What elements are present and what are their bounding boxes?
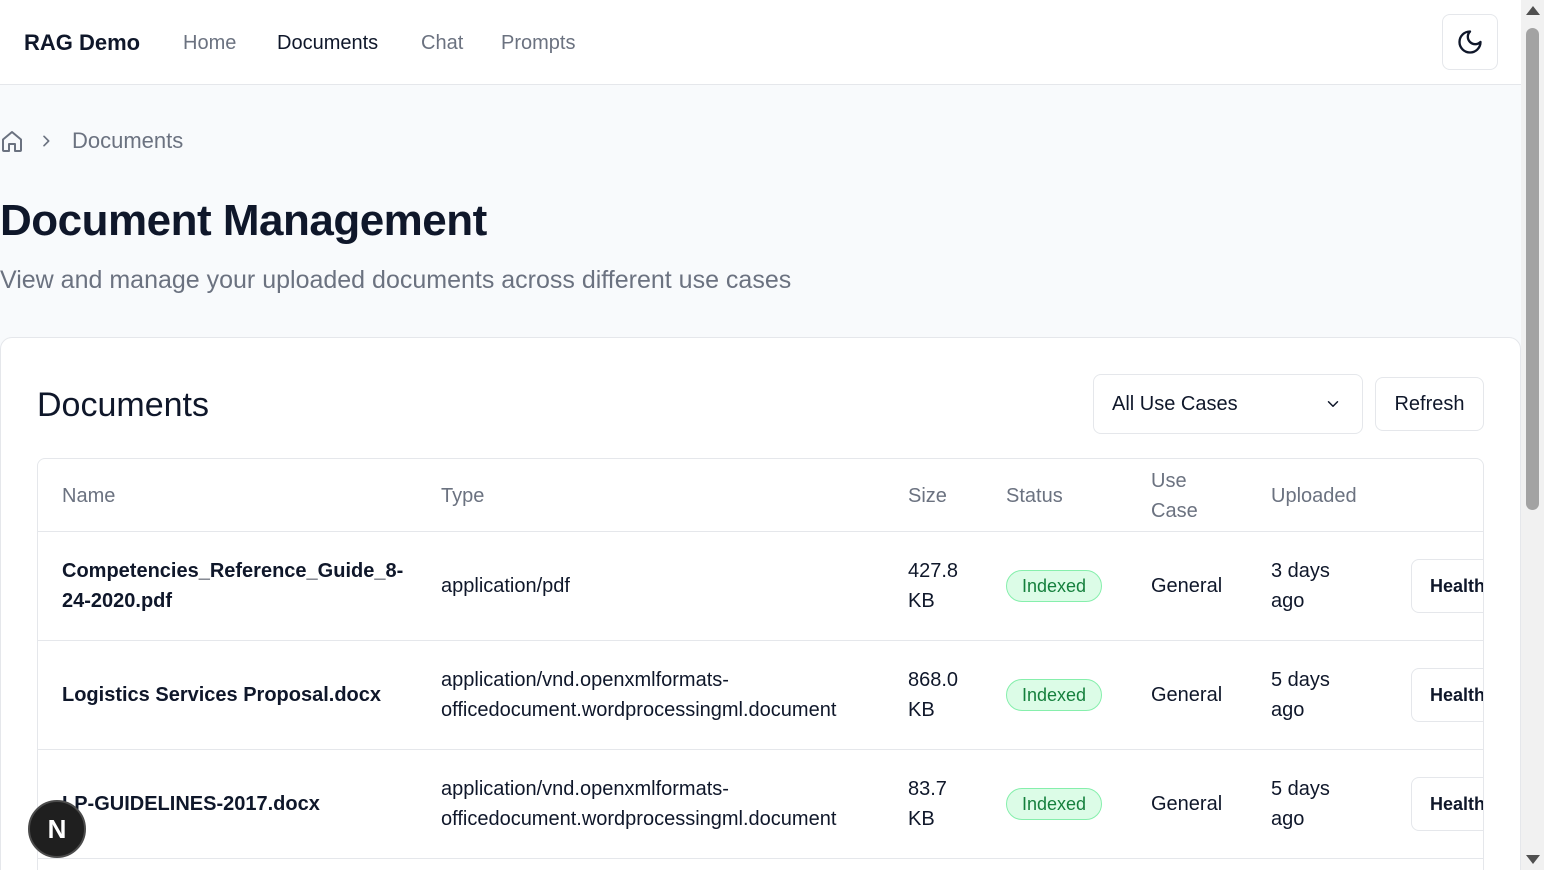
health-button[interactable]: Health bbox=[1411, 777, 1483, 831]
use-case-filter-select[interactable]: All Use Cases bbox=[1093, 374, 1363, 434]
document-use-case: General bbox=[1151, 793, 1223, 815]
theme-toggle-button[interactable] bbox=[1442, 14, 1498, 70]
document-uploaded: 3 days ago bbox=[1271, 560, 1330, 612]
document-name[interactable]: Logistics Services Proposal.docx bbox=[62, 680, 381, 710]
nav-link-prompts[interactable]: Prompts bbox=[501, 32, 575, 55]
document-type: application/pdf bbox=[441, 575, 570, 597]
home-icon[interactable] bbox=[0, 129, 24, 153]
document-type: application/vnd.openxmlformats-officedoc… bbox=[441, 669, 837, 721]
breadcrumb: Documents bbox=[0, 126, 183, 156]
refresh-button[interactable]: Refresh bbox=[1375, 377, 1484, 431]
status-badge: Indexed bbox=[1006, 679, 1103, 711]
column-header-size[interactable]: Size bbox=[908, 481, 947, 511]
status-badge: Indexed bbox=[1006, 788, 1103, 820]
document-use-case: General bbox=[1151, 684, 1223, 706]
document-use-case: General bbox=[1151, 575, 1223, 597]
table-row[interactable]: Logistics Services Proposal.docx applica… bbox=[38, 641, 1483, 750]
column-header-status[interactable]: Status bbox=[1006, 481, 1063, 511]
column-header-uploaded[interactable]: Uploaded bbox=[1271, 481, 1357, 511]
document-size: 868.0 KB bbox=[908, 669, 959, 721]
document-uploaded: 5 days ago bbox=[1271, 669, 1330, 721]
document-name[interactable]: LP-GUIDELINES-2017.docx bbox=[62, 789, 320, 819]
breadcrumb-current: Documents bbox=[72, 128, 184, 153]
document-type: application/vnd.openxmlformats-officedoc… bbox=[441, 778, 837, 830]
status-badge: Indexed bbox=[1006, 570, 1103, 602]
page-scrollbar[interactable] bbox=[1521, 0, 1544, 870]
card-title: Documents bbox=[37, 386, 209, 424]
nav-link-home[interactable]: Home bbox=[183, 32, 236, 55]
scrollbar-thumb[interactable] bbox=[1526, 28, 1539, 510]
table-header: Name Type Size Status Use Case Uploaded bbox=[38, 459, 1483, 532]
scroll-down-arrow-icon[interactable] bbox=[1526, 855, 1540, 864]
page-title: Document Management bbox=[0, 196, 487, 245]
documents-table: Name Type Size Status Use Case Uploaded … bbox=[37, 458, 1484, 870]
nextjs-dev-tools-button[interactable]: N bbox=[28, 800, 86, 858]
brand-logo[interactable]: RAG Demo bbox=[24, 30, 140, 56]
nav-link-chat[interactable]: Chat bbox=[421, 32, 463, 55]
column-header-type[interactable]: Type bbox=[441, 481, 484, 511]
nav-link-documents[interactable]: Documents bbox=[277, 32, 378, 55]
moon-icon bbox=[1458, 30, 1482, 54]
top-navbar: RAG Demo Home Documents Chat Prompts bbox=[0, 0, 1521, 85]
column-header-name[interactable]: Name bbox=[62, 481, 115, 511]
document-uploaded: 5 days ago bbox=[1271, 778, 1330, 830]
document-size: 83.7 KB bbox=[908, 778, 947, 830]
health-button[interactable]: Health bbox=[1411, 668, 1483, 722]
document-name[interactable]: Competencies_Reference_Guide_8-24-2020.p… bbox=[62, 556, 407, 616]
table-row[interactable]: LP-GUIDELINES-2017.docx application/vnd.… bbox=[38, 750, 1483, 859]
chevron-right-icon bbox=[43, 135, 50, 147]
table-row[interactable]: Competencies_Reference_Guide_8-24-2020.p… bbox=[38, 532, 1483, 641]
scroll-up-arrow-icon[interactable] bbox=[1526, 6, 1540, 15]
chevron-down-icon bbox=[1327, 401, 1339, 407]
health-button[interactable]: Health bbox=[1411, 559, 1483, 613]
column-header-use-case[interactable]: Use Case bbox=[1151, 466, 1211, 526]
use-case-filter-value: All Use Cases bbox=[1112, 393, 1238, 415]
document-size: 427.8 KB bbox=[908, 560, 959, 612]
page-subtitle: View and manage your uploaded documents … bbox=[0, 266, 792, 294]
